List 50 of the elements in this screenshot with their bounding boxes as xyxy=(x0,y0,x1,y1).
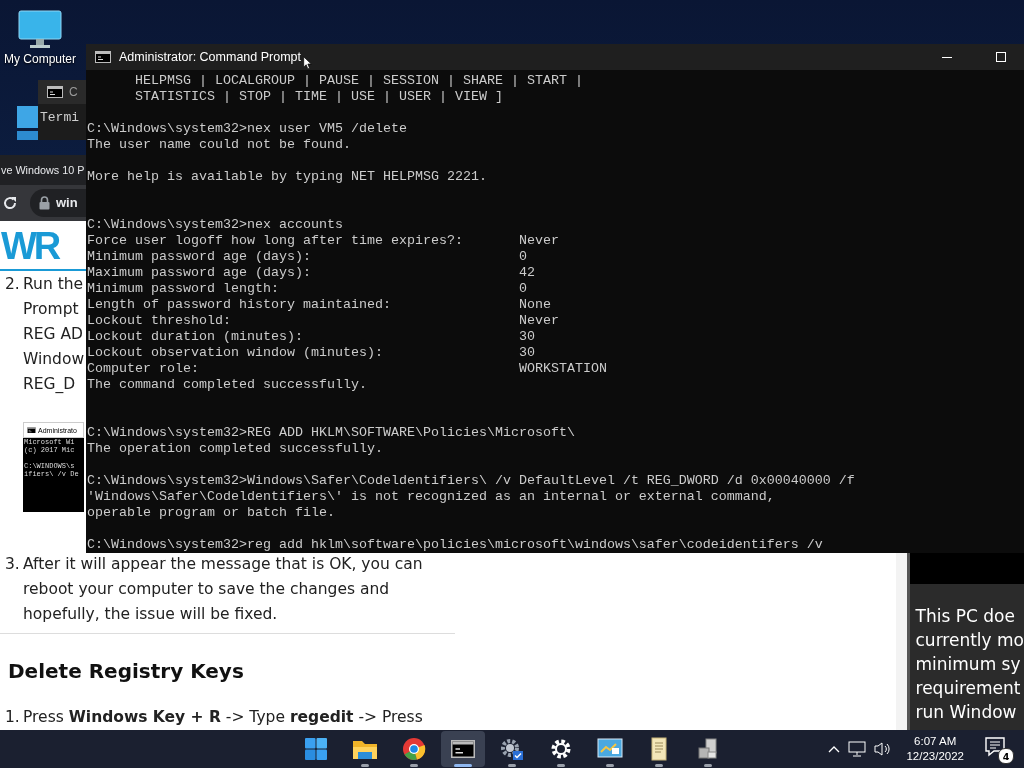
step-text: REG AD xyxy=(23,324,84,345)
browser-icon xyxy=(402,737,426,761)
clock[interactable]: 6:07 AM 12/23/2022 xyxy=(906,734,964,764)
boxes-icon xyxy=(696,738,720,760)
cursor-icon xyxy=(303,56,312,70)
panel-text: This PC doe xyxy=(915,605,1016,628)
panel-text: minimum sy xyxy=(915,653,1022,676)
console-text: Termi xyxy=(39,109,80,125)
terminal-icon xyxy=(47,86,63,98)
gear-check-icon xyxy=(499,737,525,761)
terminal-icon xyxy=(451,740,475,758)
settings-icon xyxy=(550,738,572,760)
panel-text: requirement xyxy=(915,677,1022,700)
step-text: REG_D xyxy=(23,374,76,395)
taskbar-button[interactable] xyxy=(441,731,485,767)
maximize-icon xyxy=(996,52,1006,62)
step-text: Run the xyxy=(23,274,84,295)
minimize-icon xyxy=(942,56,952,58)
panel-text: run Window xyxy=(915,701,1018,724)
terminal-icon xyxy=(95,51,111,63)
terminal-icon xyxy=(27,426,36,434)
desktop-icon-label: My Computer xyxy=(4,52,76,66)
tab-title[interactable]: ve Windows 10 P xyxy=(1,163,85,176)
step-text: reboot your computer to save the changes and xyxy=(23,579,390,600)
reload-icon[interactable] xyxy=(2,194,18,211)
step-text: hopefully, the issue will be fixed. xyxy=(23,604,278,625)
monitor-icon[interactable] xyxy=(18,10,62,50)
step-text: Window xyxy=(23,349,85,370)
window-title: C xyxy=(69,85,78,99)
window-title: Administrator: Command Prompt xyxy=(119,50,301,64)
folder-icon xyxy=(352,738,378,760)
volume-icon[interactable] xyxy=(874,741,893,757)
app-icon[interactable] xyxy=(17,106,39,140)
step-number: 3. xyxy=(5,554,21,575)
panel-text: currently mo xyxy=(915,629,1024,652)
console-output: HELPMSG | LOCALGROUP | PAUSE | SESSION | SHARE | START | STATISTICS | STOP | TIME | USE | USER | VIEW ] C:\Windows\system32>nex user VM5 /delete The user name could not be found. More help is available by typing NET HELPMSG 2221. C:\Windows\system32>nex accounts Force user logoff how long after time expires?: Never Minimum password age (days): 0 Maximum password age (days): 42 Minimum password length: 0 Length of password history maintained: None Lockout threshold: Never Lockout duration (minutes): 30 Lockout observation window (minutes): 30 Computer role: WORKSTATION The command completed successfully. C:\Windows\system32>REG ADD HKLM\SOFTWARE\Policies\Microsoft\ The operation completed successfully. C:\Windows\system32>Windows\Safer\Codeldentifiers\ /v DefaultLevel /t REG_DWORD /d 0x00040000 /f 'Windows\Safer\Codeldentifiers\' is not recognized as an internal or external command, operable program or batch file. C:\Windows\system32>reg add hklm\software\policies\microsoft\windows\safer\codeidentifers /v xyxy=(86,72,856,553)
chevron-up-icon[interactable] xyxy=(828,745,841,753)
step-text: Prompt xyxy=(23,299,79,320)
step-text: After it will appear the message that is OK, you can xyxy=(23,554,423,575)
address-bar[interactable]: win xyxy=(30,188,86,217)
lock-icon xyxy=(39,195,50,210)
network-icon[interactable] xyxy=(848,741,867,757)
scroll-icon xyxy=(649,737,669,761)
step-text: Press Windows Key + R -> Type regedit -> Press xyxy=(23,707,424,728)
notification-badge: 4 xyxy=(998,748,1014,764)
step-number: 2. xyxy=(5,274,21,295)
start-icon xyxy=(304,737,328,761)
section-heading: Delete Registry Keys xyxy=(7,658,245,685)
step-number: 1. xyxy=(5,707,21,728)
monitor-chart-icon xyxy=(597,738,623,760)
